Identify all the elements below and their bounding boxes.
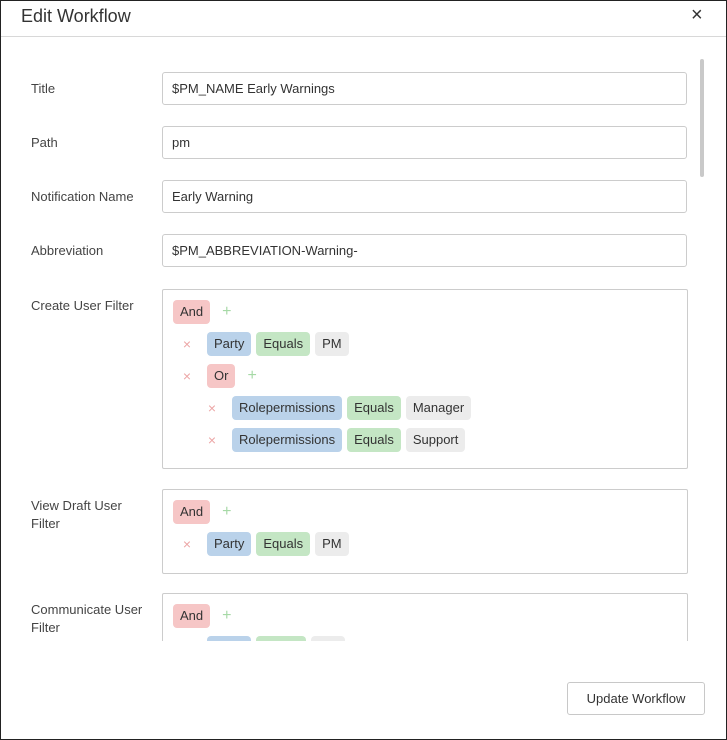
filter-rule: × Rolepermissions Equals Support (205, 428, 470, 452)
notification-name-label: Notification Name (31, 189, 134, 204)
rule-field[interactable]: Party (207, 532, 252, 556)
view-draft-filter-label-line2: Filter (31, 516, 60, 531)
communicate-filter-label-line1: Communicate User (31, 602, 143, 617)
filter-group-root: And + (173, 604, 236, 628)
rule-field[interactable]: Rolepermissions (232, 396, 343, 420)
dialog-title: Edit Workflow (21, 6, 131, 26)
create-user-filter-label: Create User Filter (31, 298, 134, 313)
rule-value[interactable]: PM (315, 532, 349, 556)
rule-value[interactable]: Support (405, 428, 466, 452)
filter-rule: × Party Equals PM (180, 332, 354, 356)
remove-rule-icon[interactable]: × (180, 532, 194, 556)
communicate-filter-box: And + × (162, 593, 688, 641)
abbreviation-label: Abbreviation (31, 243, 104, 258)
edit-workflow-dialog: Edit Workflow × Title $PM_NAME Early War… (0, 0, 727, 740)
view-draft-filter-box: And + × Party Equals PM (162, 489, 688, 574)
and-operator[interactable]: And (173, 300, 211, 324)
filter-rule: × Party Equals PM (180, 532, 354, 556)
dialog-footer: Update Workflow (1, 641, 726, 739)
rule-comparator[interactable]: Equals (347, 428, 401, 452)
remove-rule-icon[interactable]: × (180, 332, 194, 356)
filter-rule: × Rolepermissions Equals Manager (205, 396, 476, 420)
notification-name-input[interactable]: Early Warning (162, 180, 687, 213)
communicate-filter-label: Communicate User Filter (31, 601, 142, 637)
add-rule-icon[interactable]: + (222, 300, 236, 324)
title-input[interactable]: $PM_NAME Early Warnings (162, 72, 687, 105)
scrollbar-thumb[interactable] (700, 59, 704, 177)
path-input[interactable]: pm (162, 126, 687, 159)
dialog-body[interactable]: Title $PM_NAME Early Warnings Path pm No… (1, 37, 726, 641)
and-operator[interactable]: And (173, 500, 211, 524)
remove-group-icon[interactable]: × (180, 364, 194, 388)
add-rule-icon[interactable]: + (247, 364, 261, 388)
rule-value[interactable]: PM (315, 332, 349, 356)
abbreviation-input[interactable]: $PM_ABBREVIATION-Warning- (162, 234, 687, 267)
add-rule-icon[interactable]: + (222, 500, 236, 524)
rule-field[interactable]: Rolepermissions (232, 428, 343, 452)
rule-comparator[interactable]: Equals (256, 332, 311, 356)
rule-value[interactable]: Manager (405, 396, 472, 420)
view-draft-filter-label-line1: View Draft User (31, 498, 122, 513)
create-user-filter-box: And + × Party Equals PM × Or + × Roleper… (162, 289, 688, 469)
add-rule-icon[interactable]: + (222, 604, 236, 628)
rule-field[interactable]: Party (207, 332, 252, 356)
filter-group-root: And + (173, 500, 236, 524)
title-label: Title (31, 81, 56, 96)
close-icon[interactable]: × (691, 4, 703, 27)
filter-group-or: × Or + (180, 364, 261, 388)
communicate-filter-label-line2: Filter (31, 620, 60, 635)
remove-rule-icon[interactable]: × (205, 428, 219, 452)
dialog-header: Edit Workflow × (1, 1, 726, 37)
or-operator[interactable]: Or (207, 364, 236, 388)
filter-group-root: And + (173, 300, 236, 324)
and-operator[interactable]: And (173, 604, 211, 628)
path-label: Path (31, 135, 58, 150)
rule-comparator[interactable]: Equals (256, 532, 311, 556)
update-workflow-button[interactable]: Update Workflow (567, 682, 705, 715)
rule-comparator[interactable]: Equals (347, 396, 401, 420)
remove-rule-icon[interactable]: × (205, 396, 219, 420)
view-draft-filter-label: View Draft User Filter (31, 497, 122, 533)
